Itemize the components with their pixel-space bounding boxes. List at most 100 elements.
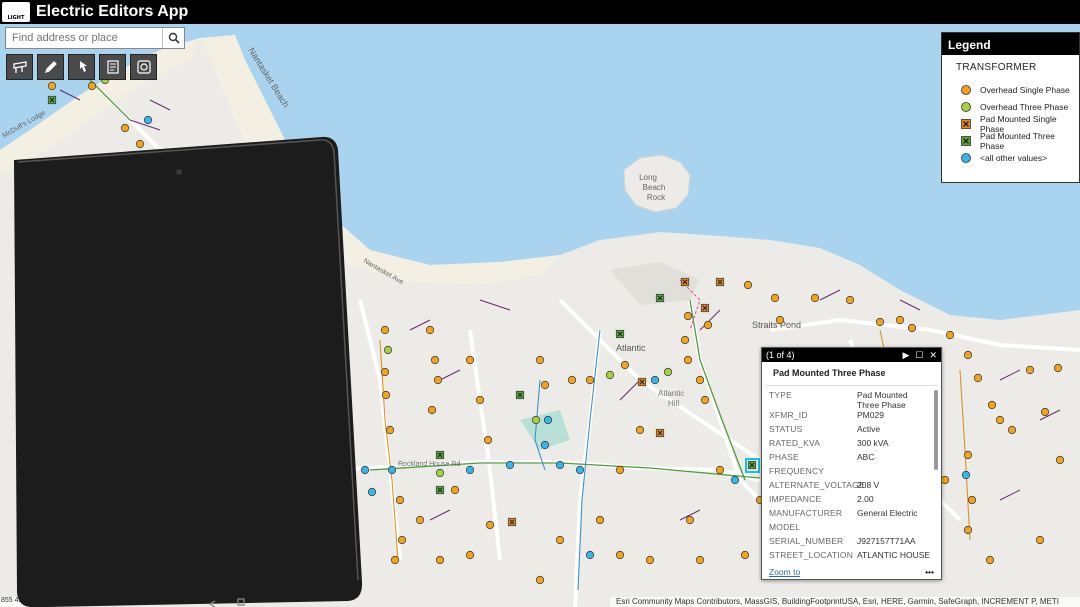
transformer-symbol[interactable] — [1026, 366, 1034, 374]
transformer-symbol[interactable] — [656, 294, 664, 302]
transformer-symbol[interactable] — [686, 516, 694, 524]
transformer-symbol[interactable] — [544, 416, 552, 424]
transformer-symbol[interactable] — [1054, 364, 1062, 372]
transformer-symbol[interactable] — [651, 376, 659, 384]
transformer-symbol[interactable] — [616, 466, 624, 474]
transformer-symbol[interactable] — [434, 376, 442, 384]
search-button[interactable] — [162, 28, 184, 48]
transformer-symbol[interactable] — [361, 466, 369, 474]
transformer-symbol[interactable] — [1041, 408, 1049, 416]
transformer-symbol[interactable] — [704, 321, 712, 329]
transformer-symbol[interactable] — [964, 351, 972, 359]
transformer-symbol[interactable] — [964, 451, 972, 459]
transformer-symbol[interactable] — [121, 124, 129, 132]
transformer-symbol[interactable] — [426, 326, 434, 334]
layers-button[interactable] — [130, 54, 157, 80]
transformer-symbol[interactable] — [748, 461, 756, 469]
transformer-symbol[interactable] — [681, 278, 689, 286]
transformer-symbol[interactable] — [431, 356, 439, 364]
transformer-symbol[interactable] — [436, 469, 444, 477]
transformer-symbol[interactable] — [586, 376, 594, 384]
transformer-symbol[interactable] — [1036, 536, 1044, 544]
transformer-symbol[interactable] — [744, 281, 752, 289]
transformer-symbol[interactable] — [846, 296, 854, 304]
camera-icon[interactable] — [225, 502, 237, 512]
transformer-symbol[interactable] — [532, 416, 540, 424]
transformer-symbol[interactable] — [1056, 456, 1064, 464]
transformer-symbol[interactable] — [466, 356, 474, 364]
transformer-symbol[interactable] — [616, 551, 624, 559]
transformer-symbol[interactable] — [946, 331, 954, 339]
transformer-symbol[interactable] — [466, 466, 474, 474]
transformer-symbol[interactable] — [606, 371, 614, 379]
transformer-symbol[interactable] — [876, 318, 884, 326]
folder-icon[interactable] — [243, 541, 255, 551]
transformer-symbol[interactable] — [436, 556, 444, 564]
transformer-symbol[interactable] — [656, 429, 664, 437]
transformer-symbol[interactable] — [716, 278, 724, 286]
transformer-symbol[interactable] — [436, 451, 444, 459]
transformer-symbol[interactable] — [416, 516, 424, 524]
transformer-symbol[interactable] — [638, 378, 646, 386]
transformer-symbol[interactable] — [988, 401, 996, 409]
transformer-symbol[interactable] — [576, 466, 584, 474]
transformer-symbol[interactable] — [384, 346, 392, 354]
transformer-symbol[interactable] — [386, 426, 394, 434]
transformer-symbol[interactable] — [476, 396, 484, 404]
transformer-symbol[interactable] — [541, 441, 549, 449]
transformer-symbol[interactable] — [696, 556, 704, 564]
close-icon[interactable]: ✕ — [929, 350, 937, 361]
transformer-symbol[interactable] — [968, 496, 976, 504]
transformer-symbol[interactable] — [684, 356, 692, 364]
transformer-symbol[interactable] — [974, 374, 982, 382]
transformer-symbol[interactable] — [541, 381, 549, 389]
transformer-symbol[interactable] — [664, 368, 672, 376]
transformer-symbol[interactable] — [701, 396, 709, 404]
camera-icon[interactable] — [222, 462, 234, 472]
transformer-symbol[interactable] — [556, 536, 564, 544]
more-actions-icon[interactable]: ••• — [925, 567, 934, 577]
transformer-symbol[interactable] — [696, 376, 704, 384]
transformer-symbol[interactable] — [391, 556, 399, 564]
transformer-symbol[interactable] — [486, 521, 494, 529]
basemap-button[interactable] — [6, 54, 33, 80]
transformer-symbol[interactable] — [436, 486, 444, 494]
transformer-symbol[interactable] — [962, 471, 970, 479]
transformer-symbol[interactable] — [536, 356, 544, 364]
transformer-symbol[interactable] — [681, 336, 689, 344]
transformer-symbol[interactable] — [621, 361, 629, 369]
popup-scrollbar[interactable] — [934, 390, 938, 470]
transformer-symbol[interactable] — [381, 368, 389, 376]
transformer-symbol[interactable] — [964, 526, 972, 534]
transformer-symbol[interactable] — [896, 316, 904, 324]
transformer-symbol[interactable] — [596, 516, 604, 524]
transformer-symbol[interactable] — [516, 391, 524, 399]
barcode-icon[interactable]: ▦ — [53, 389, 60, 396]
transformer-symbol[interactable] — [996, 416, 1004, 424]
transformer-symbol[interactable] — [428, 406, 436, 414]
transformer-symbol[interactable] — [741, 551, 749, 559]
transformer-symbol[interactable] — [536, 576, 544, 584]
camera-icon[interactable] — [227, 542, 239, 552]
transformer-symbol[interactable] — [466, 551, 474, 559]
select-button[interactable] — [68, 54, 95, 80]
transformer-symbol[interactable] — [701, 304, 709, 312]
transformer-symbol[interactable] — [616, 330, 624, 338]
transformer-symbol[interactable] — [508, 518, 516, 526]
transformer-symbol[interactable] — [636, 426, 644, 434]
transformer-symbol[interactable] — [396, 496, 404, 504]
transformer-symbol[interactable] — [908, 324, 916, 332]
transformer-symbol[interactable] — [986, 556, 994, 564]
transformer-symbol[interactable] — [811, 294, 819, 302]
transformer-symbol[interactable] — [568, 376, 576, 384]
transformer-symbol[interactable] — [941, 476, 949, 484]
transformer-symbol[interactable] — [716, 466, 724, 474]
transformer-symbol[interactable] — [556, 461, 564, 469]
transformer-symbol[interactable] — [388, 466, 396, 474]
transformer-symbol[interactable] — [136, 140, 144, 148]
transformer-symbol[interactable] — [382, 391, 390, 399]
zoom-to-link[interactable]: Zoom to — [769, 567, 800, 577]
folder-icon[interactable] — [238, 461, 250, 471]
transformer-symbol[interactable] — [144, 116, 152, 124]
transformer-symbol[interactable] — [646, 556, 654, 564]
